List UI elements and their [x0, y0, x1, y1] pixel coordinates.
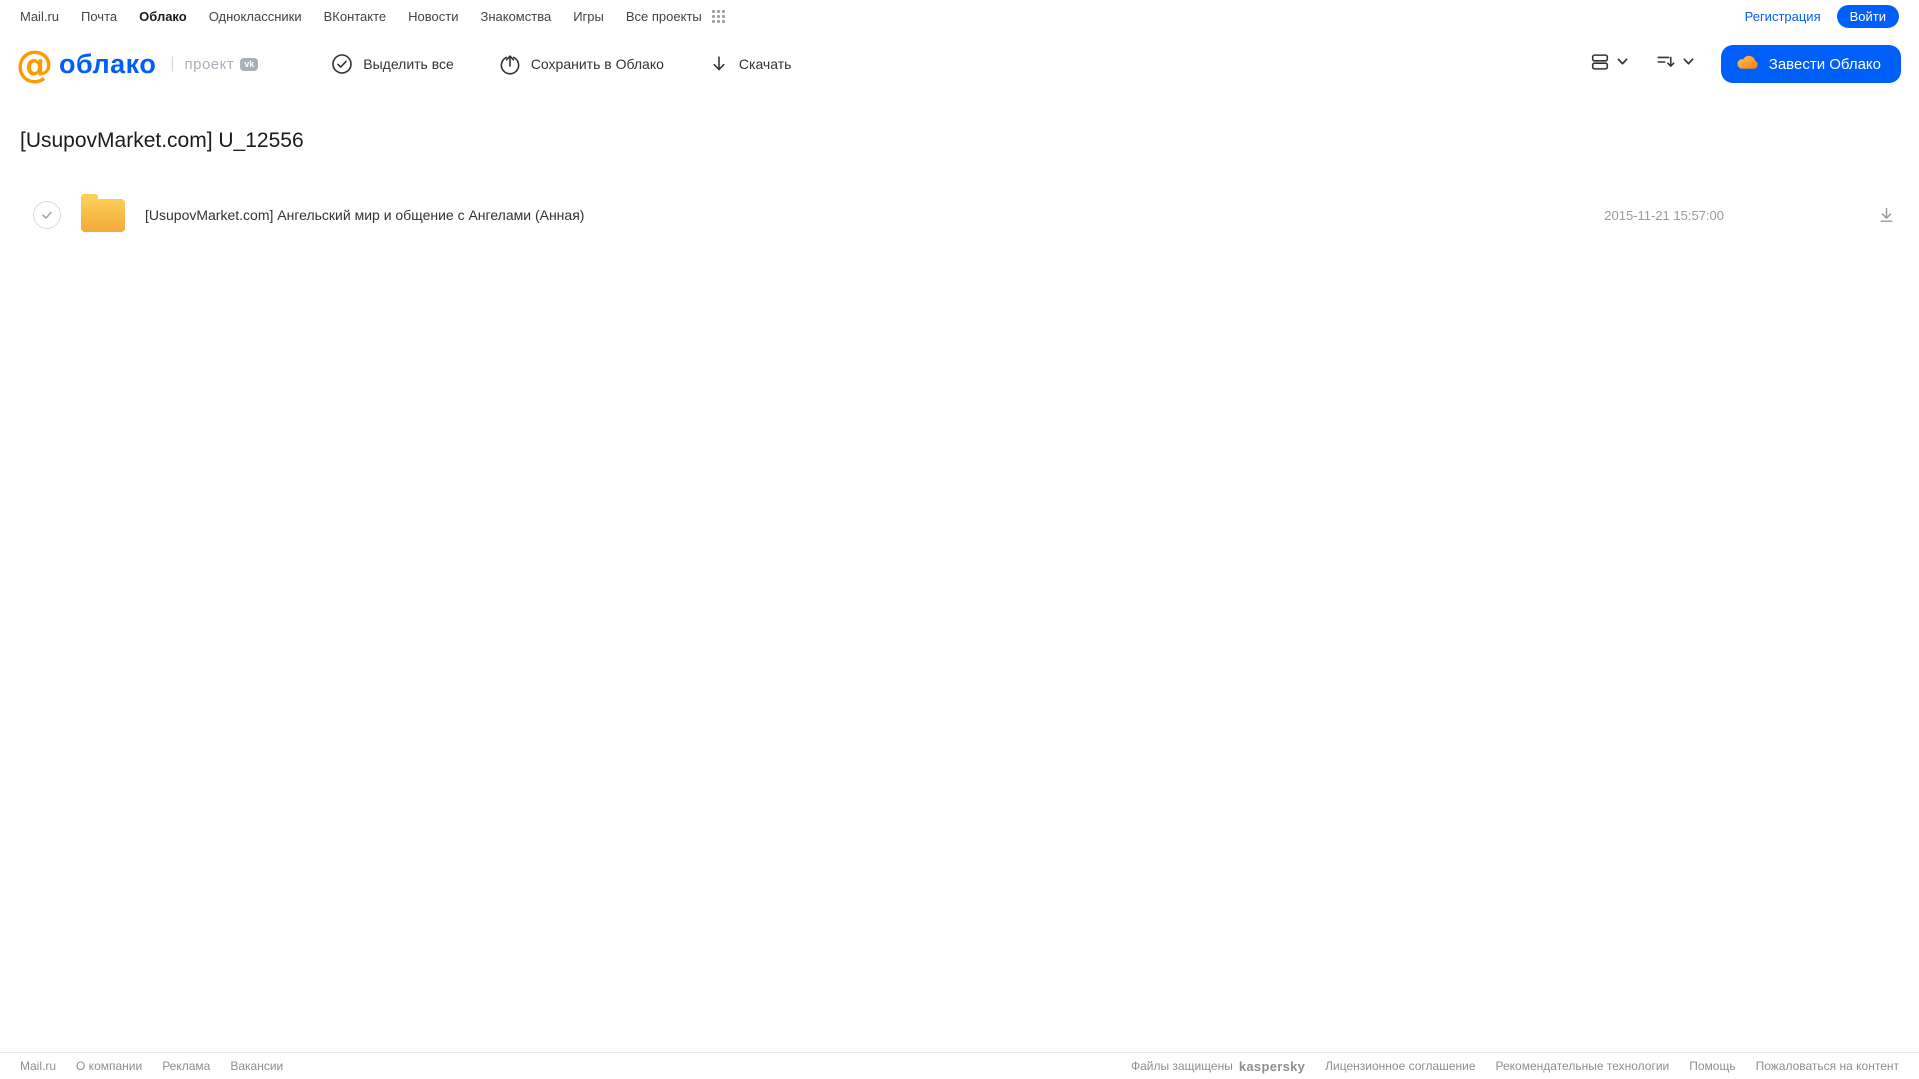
- footer-link-help[interactable]: Помощь: [1689, 1059, 1735, 1073]
- list-view-icon: [1589, 51, 1611, 78]
- save-to-cloud-button[interactable]: Сохранить в Облако: [498, 52, 664, 76]
- footer-link-mailru[interactable]: Mail.ru: [20, 1059, 56, 1073]
- grid-dots-icon[interactable]: [711, 10, 725, 23]
- cloud-logo[interactable]: @ облако | проект vk: [16, 42, 259, 86]
- sort-selector[interactable]: [1655, 51, 1695, 78]
- view-mode-selector[interactable]: [1589, 51, 1629, 78]
- vk-badge-icon: vk: [240, 57, 259, 71]
- page-footer: Mail.ru О компании Реклама Вакансии Файл…: [0, 1052, 1919, 1079]
- cloud-mailru-public-folder-page: Mail.ru Почта Облако Одноклассники ВКонт…: [0, 0, 1919, 1079]
- file-row[interactable]: [UsupovMarket.com] Ангельский мир и обще…: [0, 191, 1919, 239]
- get-cloud-label: Завести Облако: [1768, 55, 1881, 73]
- topnav-dating[interactable]: Знакомства: [480, 9, 551, 24]
- download-button[interactable]: Скачать: [708, 53, 792, 75]
- footer-right-links: Файлы защищены kaspersky Лицензионное со…: [1131, 1059, 1899, 1074]
- toolbar-right: Завести Облако: [1589, 45, 1901, 83]
- toolbar-actions: Выделить все Сохранить в Облако Скачать: [330, 52, 791, 76]
- footer-link-recommendations[interactable]: Рекомендательные технологии: [1496, 1059, 1670, 1073]
- file-name-link[interactable]: [UsupovMarket.com] Ангельский мир и обще…: [145, 207, 584, 223]
- registration-link[interactable]: Регистрация: [1745, 9, 1821, 24]
- protected-label: Файлы защищены: [1130, 1059, 1233, 1073]
- select-all-button[interactable]: Выделить все: [330, 52, 454, 76]
- chevron-down-icon: [1616, 55, 1629, 73]
- topnav-games[interactable]: Игры: [573, 9, 604, 24]
- topnav-mailru[interactable]: Mail.ru: [20, 9, 59, 24]
- get-cloud-button[interactable]: Завести Облако: [1720, 45, 1901, 83]
- footer-link-ads[interactable]: Реклама: [162, 1059, 210, 1073]
- cloud-upload-icon: [498, 52, 522, 76]
- project-label: проект: [184, 55, 235, 73]
- logo-divider: |: [170, 55, 175, 72]
- portal-topbar: Mail.ru Почта Облако Одноклассники ВКонт…: [0, 0, 1919, 33]
- check-icon: [42, 211, 52, 219]
- arrow-down-icon: [708, 53, 730, 75]
- auth-area: Регистрация Войти: [1745, 5, 1899, 28]
- footer-link-about[interactable]: О компании: [76, 1059, 142, 1073]
- file-date: 2015-11-21 15:57:00: [1604, 207, 1724, 223]
- cloud-toolbar: @ облако | проект vk Выделить все Сохран…: [0, 33, 1919, 95]
- check-circle-icon: [330, 52, 354, 76]
- main-content: [UsupovMarket.com] U_12556 [UsupovMarket…: [0, 129, 1919, 239]
- cloud-icon: [1735, 50, 1760, 79]
- footer-left-links: Mail.ru О компании Реклама Вакансии: [20, 1059, 283, 1073]
- topnav-vkontakte[interactable]: ВКонтакте: [324, 9, 387, 24]
- topnav-news[interactable]: Новости: [408, 9, 458, 24]
- footer-link-license[interactable]: Лицензионное соглашение: [1325, 1059, 1475, 1073]
- topnav-odnoklassniki[interactable]: Одноклассники: [209, 9, 302, 24]
- sort-icon: [1655, 51, 1677, 78]
- folder-icon: [81, 193, 125, 232]
- kaspersky-logo[interactable]: kaspersky: [1239, 1059, 1305, 1074]
- footer-link-jobs[interactable]: Вакансии: [230, 1059, 283, 1073]
- download-icon[interactable]: [1876, 205, 1897, 226]
- select-all-label: Выделить все: [363, 56, 454, 72]
- file-checkbox[interactable]: [33, 201, 61, 229]
- portal-nav: Mail.ru Почта Облако Одноклассники ВКонт…: [20, 9, 725, 24]
- kaspersky-protection: Файлы защищены kaspersky: [1131, 1059, 1305, 1074]
- footer-link-report[interactable]: Пожаловаться на контент: [1756, 1059, 1899, 1073]
- topnav-cloud[interactable]: Облако: [139, 9, 187, 24]
- topnav-all-projects[interactable]: Все проекты: [626, 9, 702, 24]
- cloud-logo-text: облако: [59, 48, 157, 79]
- mailru-at-icon: @: [16, 42, 53, 86]
- page-title: [UsupovMarket.com] U_12556: [20, 129, 304, 152]
- chevron-down-icon: [1682, 55, 1695, 73]
- topnav-mail[interactable]: Почта: [81, 9, 117, 24]
- save-to-cloud-label: Сохранить в Облако: [530, 56, 664, 72]
- login-button[interactable]: Войти: [1836, 5, 1899, 28]
- download-label: Скачать: [738, 56, 792, 72]
